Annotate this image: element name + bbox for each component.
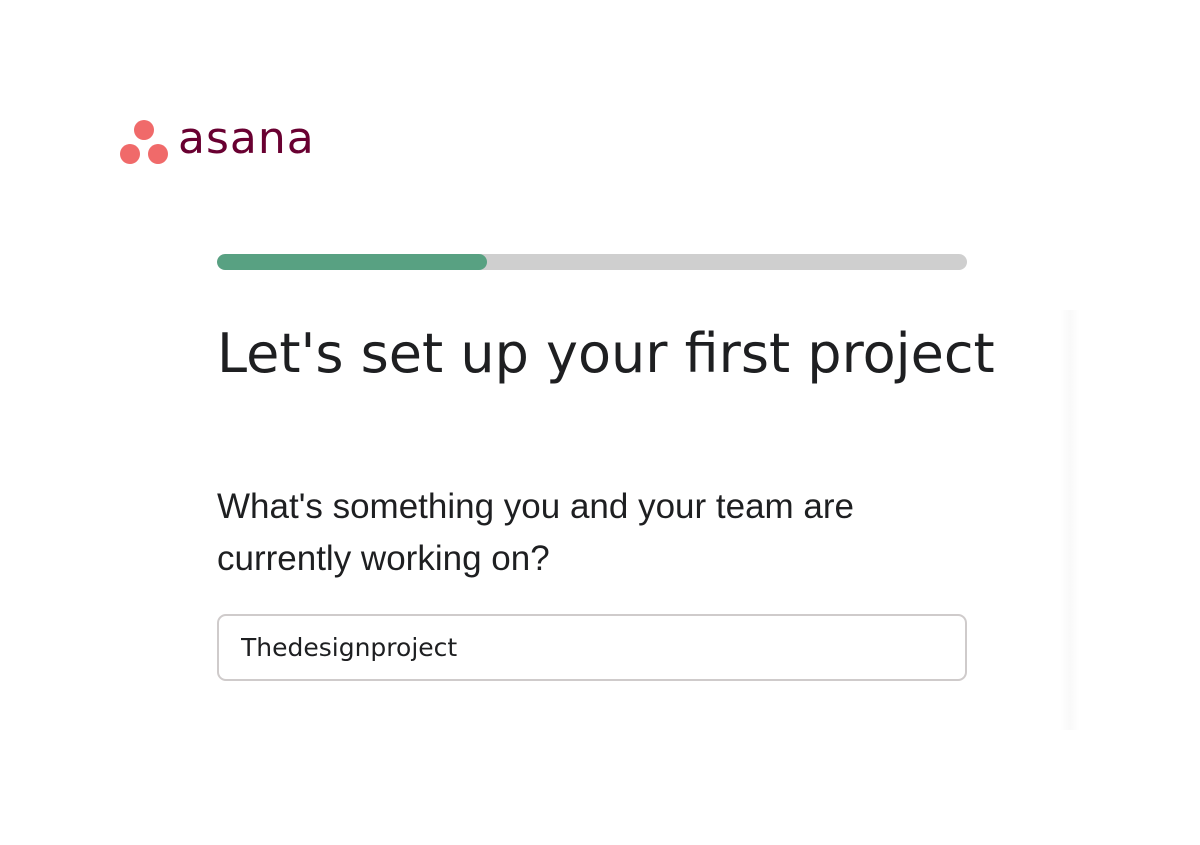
project-name-input[interactable]	[217, 614, 967, 681]
onboarding-page: asana Let's set up your first project Wh…	[0, 0, 1200, 845]
progress-bar-fill	[217, 254, 487, 270]
edge-shadow	[1060, 310, 1080, 730]
progress-bar	[217, 254, 967, 270]
asana-three-dots-icon	[120, 118, 170, 166]
logo-dot-top	[134, 120, 154, 140]
logo-wordmark: asana	[178, 113, 315, 164]
asana-logo: asana	[120, 113, 315, 166]
logo-dot-right	[148, 144, 168, 164]
page-title: Let's set up your first project	[217, 322, 995, 385]
project-question: What's something you and your team are c…	[217, 487, 855, 578]
logo-dot-left	[120, 144, 140, 164]
